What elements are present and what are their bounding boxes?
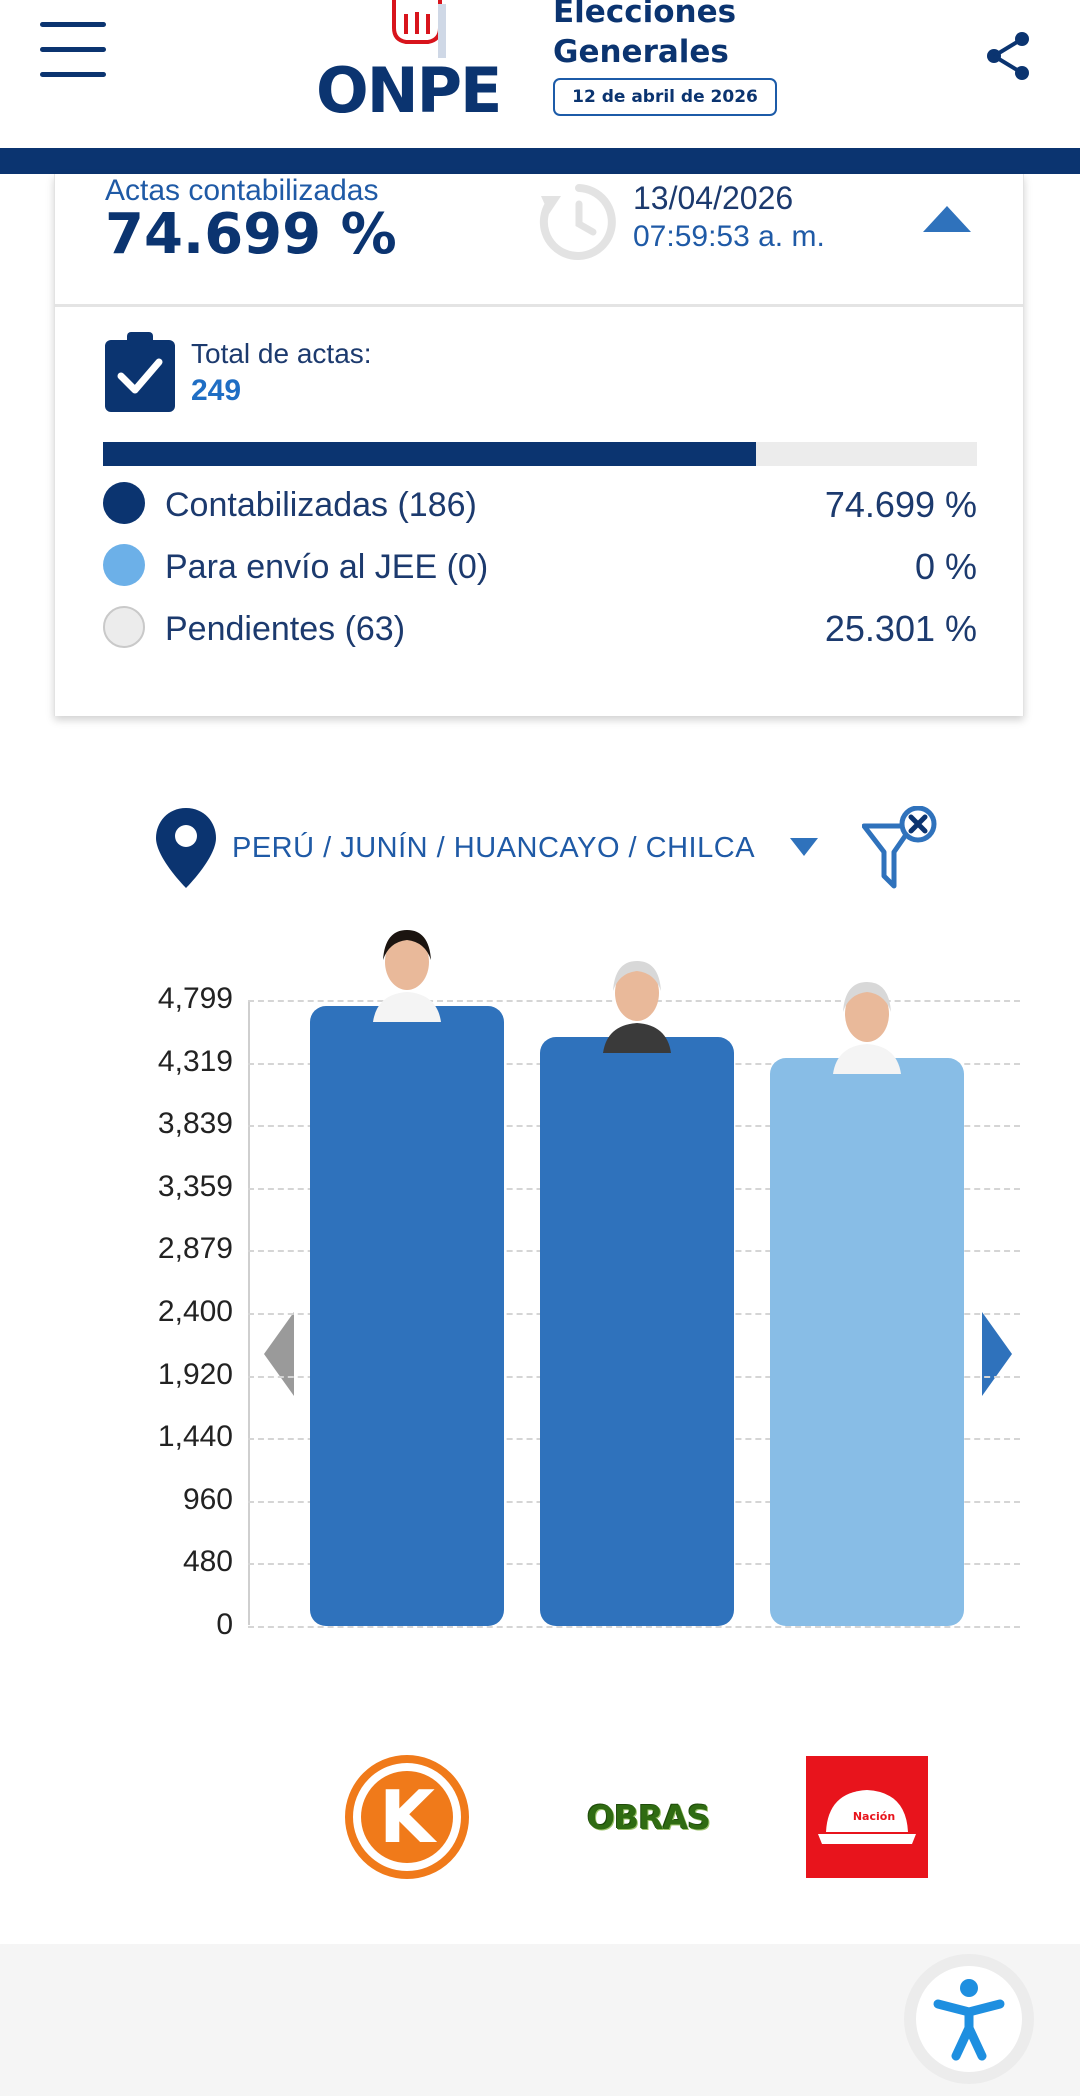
actas-progress-bar <box>103 442 977 466</box>
legend-label: Pendientes (63) <box>165 610 406 648</box>
actas-summary-card: Actas contabilizadas 74.699 % 13/04/2026… <box>54 174 1024 716</box>
y-tick-label: 0 <box>216 1608 233 1641</box>
svg-text:Nación: Nación <box>853 1810 895 1823</box>
previous-arrow-icon[interactable] <box>264 1312 294 1396</box>
share-icon[interactable] <box>984 30 1032 82</box>
bar-obras[interactable] <box>540 1037 734 1626</box>
candidate-photo <box>603 961 671 1054</box>
actas-percentage: 74.699 % <box>105 202 397 267</box>
update-time: 07:59:53 a. m. <box>633 220 825 253</box>
y-tick-label: 2,400 <box>157 1295 233 1328</box>
legend-row-contabilizadas: Contabilizadas (186) 74.699 % <box>103 480 977 526</box>
legend-label: Para envío al JEE (0) <box>165 548 489 586</box>
y-tick-label: 2,879 <box>157 1232 233 1266</box>
header-title: Elecciones Generales <box>553 0 736 72</box>
total-actas-value: 249 <box>191 374 242 407</box>
y-tick-label: 3,839 <box>157 1107 233 1141</box>
legend-dot <box>103 606 145 648</box>
legend-percentage: 25.301 % <box>824 608 977 649</box>
obras-logo: OBRAS <box>587 1798 711 1837</box>
legend-dot <box>103 482 145 524</box>
legend-percentage: 0 % <box>914 546 977 587</box>
y-tick-label: 480 <box>182 1545 233 1579</box>
chevron-down-icon[interactable] <box>790 838 818 858</box>
legend-row-pendientes: Pendientes (63) 25.301 % <box>103 604 977 650</box>
results-bar-chart: 4,799 4,319 3,839 3,359 2,879 2,400 1,920 1,440… <box>0 900 1080 1900</box>
app-header: ONPE Elecciones Generales 12 de abril de… <box>0 0 1080 148</box>
candidate-photo <box>373 930 441 1022</box>
y-tick-label: 4,319 <box>157 1044 233 1078</box>
header-divider-bar <box>0 148 1080 174</box>
y-tick-label: 960 <box>182 1482 233 1516</box>
header-title-line2: Generales <box>553 34 729 70</box>
bar-k[interactable] <box>310 1006 504 1626</box>
y-tick-label: 4,799 <box>157 982 233 1015</box>
update-date: 13/04/2026 <box>633 180 794 216</box>
clipboard-check-icon <box>105 332 175 412</box>
actas-progress-fill <box>103 442 756 466</box>
next-arrow-icon[interactable] <box>982 1312 1012 1396</box>
menu-icon[interactable] <box>40 22 108 78</box>
location-breadcrumb[interactable]: PERÚ / JUNÍN / HUANCAYO / CHILCA <box>232 832 755 865</box>
accessibility-icon-bg <box>916 1966 1022 2072</box>
legend-label: Contabilizadas (186) <box>165 486 477 524</box>
svg-text:K: K <box>379 1775 437 1859</box>
y-tick-label: 3,359 <box>157 1169 233 1203</box>
onpe-logo[interactable]: ONPE <box>316 0 526 127</box>
filter-clear-icon[interactable] <box>862 806 940 890</box>
hand-vote-icon <box>392 0 446 58</box>
chevron-up-icon[interactable] <box>921 204 973 234</box>
bar-nación[interactable] <box>770 1058 964 1626</box>
fuerza-popular-logo: K <box>345 1755 469 1879</box>
logo-text: ONPE <box>316 54 502 127</box>
y-tick-label: 1,920 <box>157 1357 233 1391</box>
location-pin-icon <box>156 808 216 888</box>
accessibility-icon <box>933 1979 1005 2061</box>
legend-percentage: 74.699 % <box>824 484 977 525</box>
header-title-line1: Elecciones <box>553 0 737 30</box>
total-actas-label: Total de actas: <box>191 338 372 369</box>
helmet-logo: Nación <box>806 1756 928 1878</box>
accessibility-button[interactable] <box>904 1954 1034 2084</box>
candidate-photo <box>833 982 901 1075</box>
clock-icon <box>539 184 616 260</box>
y-tick-label: 1,440 <box>157 1420 233 1454</box>
election-date-badge: 12 de abril de 2026 <box>553 78 777 116</box>
legend-dot <box>103 544 145 586</box>
gridline <box>248 1626 1020 1628</box>
legend-row-jee: Para envío al JEE (0) 0 % <box>103 542 977 588</box>
card-divider <box>55 304 1023 307</box>
